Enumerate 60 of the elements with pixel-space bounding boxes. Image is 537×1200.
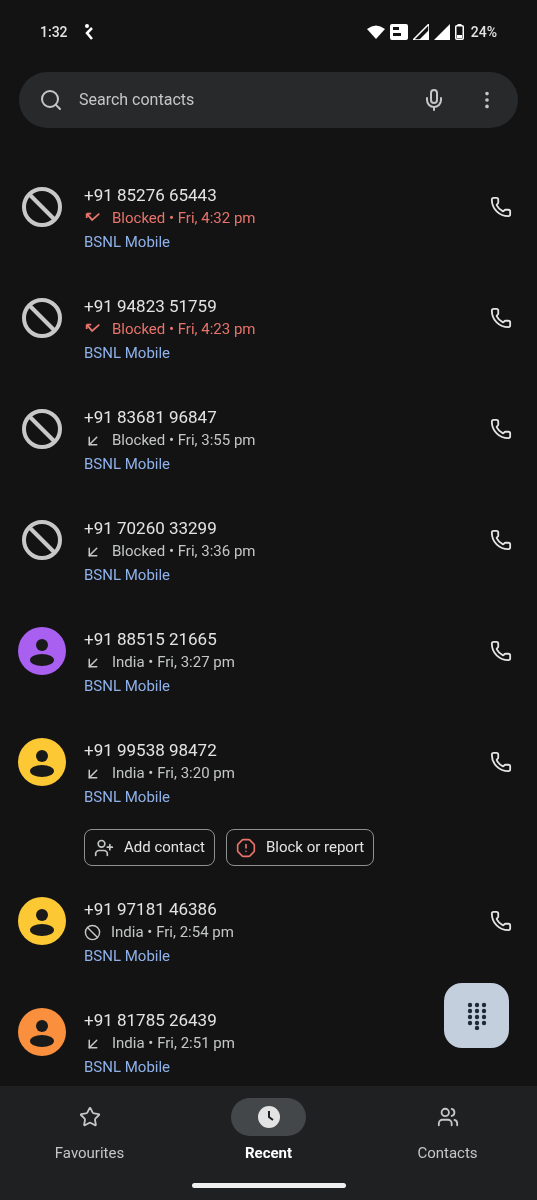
call-row[interactable]: +91 83681 96847 Blocked • Fri, 3:55 pm BSNL Mobile: [0, 374, 537, 485]
nav-tab[interactable]: Recent: [193, 1098, 344, 1165]
carrier-label: BSNL Mobile: [84, 454, 171, 475]
dialpad-button[interactable]: [444, 983, 509, 1048]
phone-number: +91 85276 65443: [84, 184, 217, 206]
notification-icon: [83, 24, 94, 40]
phone-number: +91 97181 46386: [84, 898, 217, 920]
carrier-label: BSNL Mobile: [84, 946, 171, 967]
volte-icon: [389, 24, 408, 40]
phone-number: +91 99538 98472: [84, 739, 217, 761]
call-row[interactable]: +91 70260 33299 Blocked • Fri, 3:36 pm BSNL Mobile: [0, 485, 537, 596]
phone-number: +91 94823 51759: [84, 295, 217, 317]
phone-number: +91 70260 33299: [84, 517, 217, 539]
carrier-label: BSNL Mobile: [84, 676, 171, 697]
add-contact-button[interactable]: Add contact: [84, 829, 215, 866]
search-icon: [39, 88, 63, 112]
clock-time: 1:32: [40, 22, 68, 42]
call-row[interactable]: +91 85276 65443 Blocked • Fri, 4:32 pm BSNL Mobile: [0, 152, 537, 263]
call-row[interactable]: +91 97181 46386 India • Fri, 2:54 pm BSNL Mobile: [0, 866, 537, 977]
call-detail: Blocked • Fri, 4:23 pm: [112, 319, 256, 341]
call-detail: India • Fri, 2:54 pm: [111, 922, 234, 944]
nav-tab[interactable]: Contacts: [372, 1098, 523, 1165]
call-detail: Blocked • Fri, 3:55 pm: [112, 430, 256, 452]
nav-label: Recent: [244, 1143, 293, 1164]
call-detail: Blocked • Fri, 3:36 pm: [112, 541, 256, 563]
phone-number: +91 88515 21665: [84, 628, 217, 650]
call-row[interactable]: +91 94823 51759 Blocked • Fri, 4:23 pm BSNL Mobile: [0, 263, 537, 374]
phone-number: +91 81785 26439: [84, 1009, 217, 1031]
call-row[interactable]: +91 99538 98472 India • Fri, 3:20 pm BSNL Mobile Add contact Block or report: [0, 707, 537, 866]
battery-icon: [454, 24, 464, 40]
wifi-icon: [366, 25, 385, 39]
nav-label: Contacts: [417, 1143, 478, 1164]
clock-icon: [256, 1105, 281, 1129]
block-report-button[interactable]: Block or report: [225, 829, 375, 866]
carrier-label: BSNL Mobile: [84, 787, 171, 808]
dialpad-icon: [465, 1001, 488, 1030]
call-detail: India • Fri, 3:20 pm: [112, 763, 235, 785]
star-icon: [78, 1106, 101, 1128]
carrier-label: BSNL Mobile: [84, 565, 171, 586]
call-detail: India • Fri, 2:51 pm: [112, 1033, 235, 1055]
carrier-label: BSNL Mobile: [84, 343, 171, 364]
carrier-label: BSNL Mobile: [84, 232, 171, 253]
call-detail: Blocked • Fri, 4:32 pm: [112, 208, 256, 230]
phone-number: +91 83681 96847: [84, 406, 217, 428]
battery-percent: 24%: [470, 22, 497, 42]
gesture-handle[interactable]: [191, 1182, 346, 1188]
people-icon: [436, 1106, 459, 1128]
carrier-label: BSNL Mobile: [84, 1057, 171, 1078]
search-field[interactable]: Search contacts: [79, 88, 422, 112]
call-row[interactable]: +91 81785 26439 India • Fri, 2:51 pm BSNL Mobile: [0, 977, 537, 1086]
search-bar[interactable]: Search contacts: [19, 72, 518, 128]
call-detail: India • Fri, 3:27 pm: [112, 652, 235, 674]
nav-label: Favourites: [54, 1143, 125, 1164]
add-person-icon: [94, 837, 114, 858]
alert-icon: [235, 837, 256, 858]
call-row[interactable]: +91 88515 21665 India • Fri, 3:27 pm BSNL Mobile: [0, 596, 537, 707]
blocked-icon: [84, 924, 101, 941]
signal-icon: [412, 24, 429, 40]
nav-tab[interactable]: Favourites: [14, 1098, 165, 1165]
signal-icon: [433, 24, 450, 40]
